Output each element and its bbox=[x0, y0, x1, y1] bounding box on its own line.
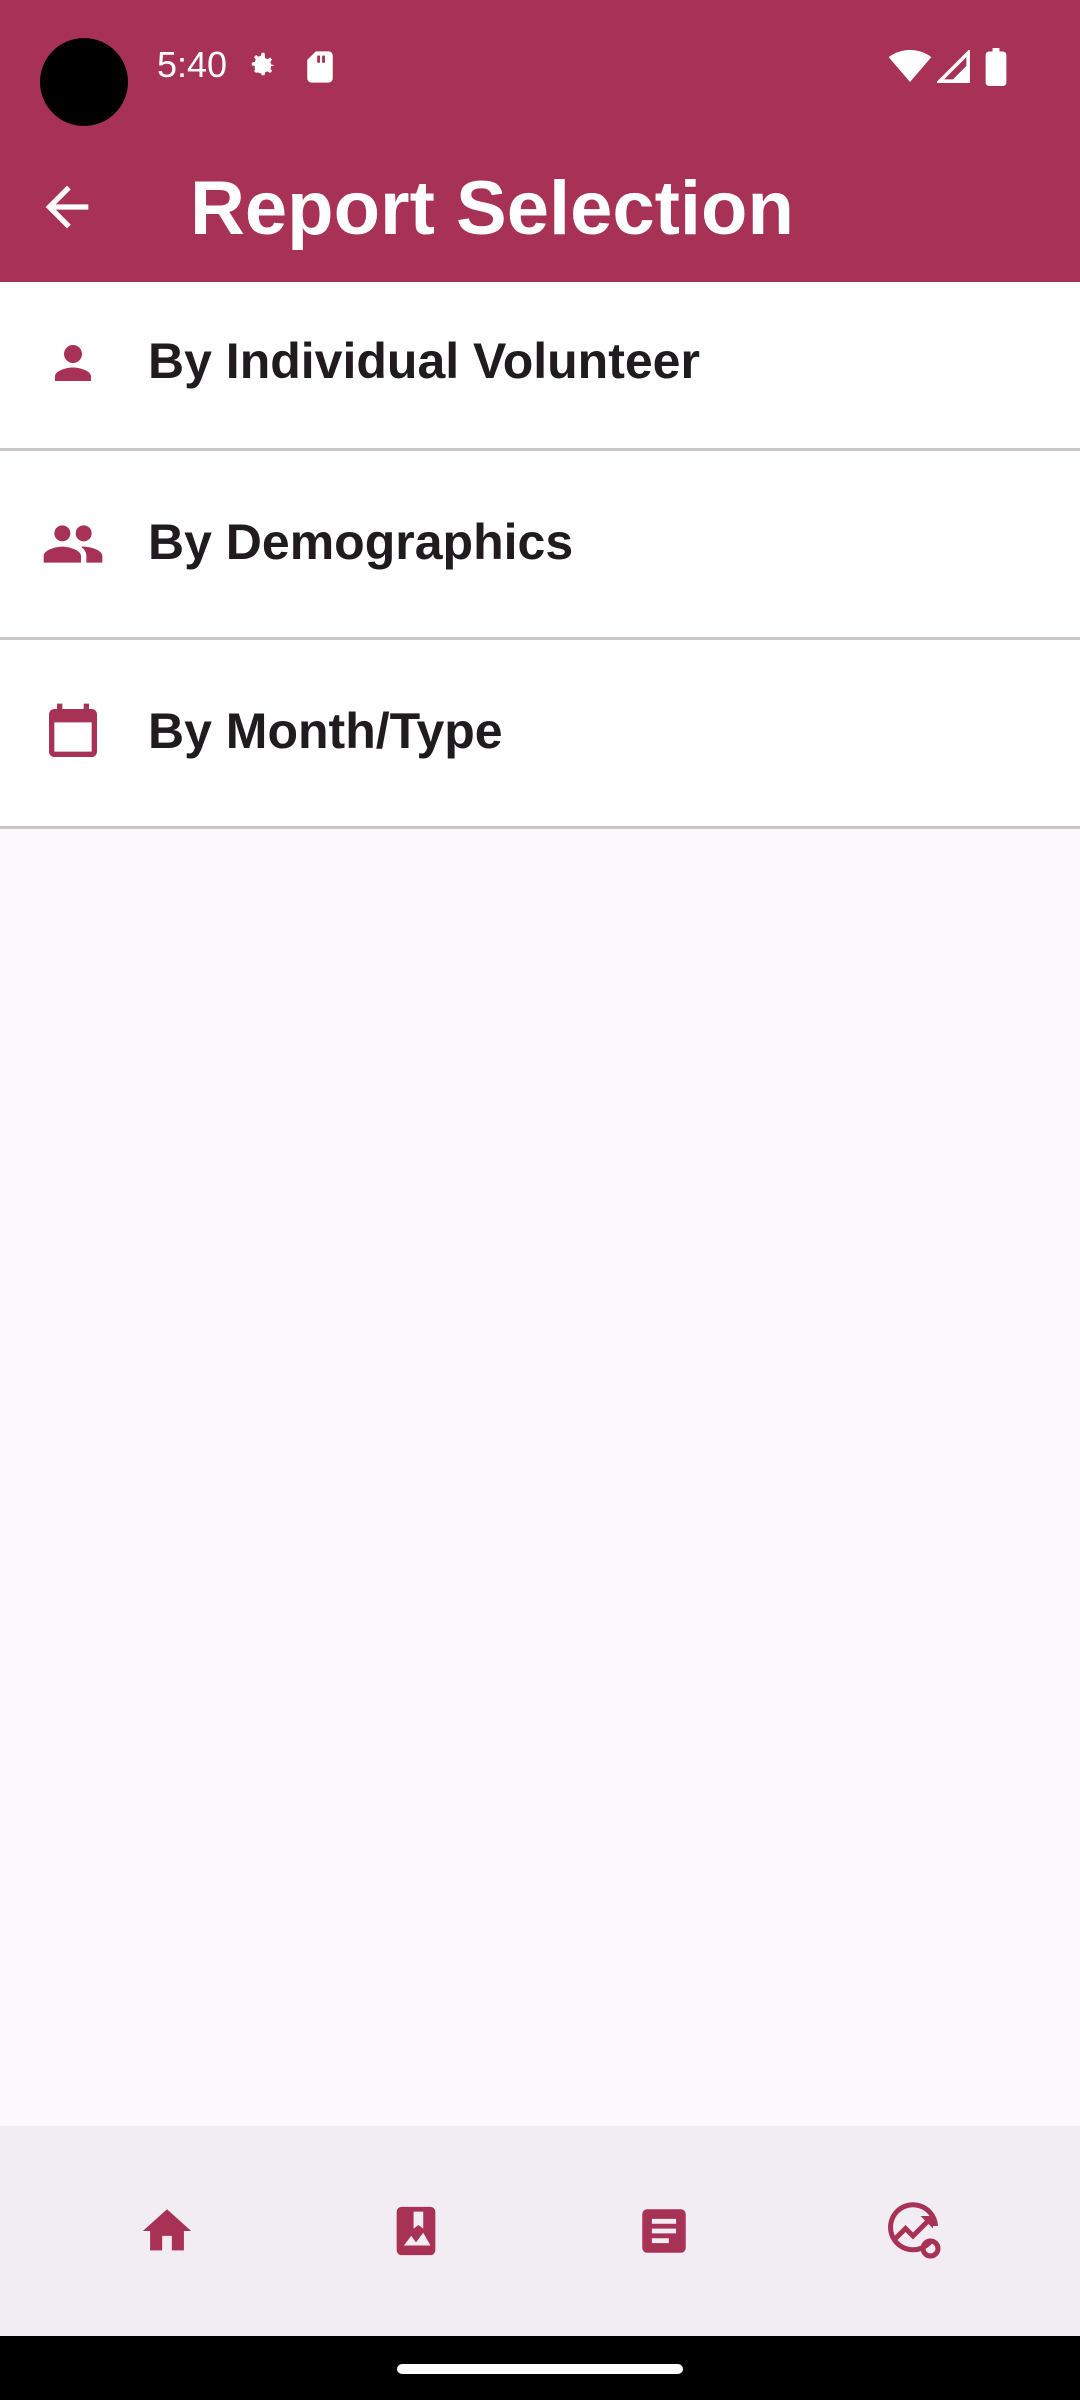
back-button[interactable] bbox=[22, 162, 112, 252]
status-time: 5:40 bbox=[157, 44, 228, 85]
camera-cutout bbox=[40, 38, 128, 126]
home-icon bbox=[142, 2209, 192, 2251]
calendar-icon bbox=[40, 700, 106, 766]
report-option-month-type[interactable]: By Month/Type bbox=[0, 640, 1080, 829]
arrow-back-icon bbox=[45, 185, 89, 229]
cell-signal-icon bbox=[935, 48, 971, 89]
report-option-label: By Demographics bbox=[148, 514, 574, 570]
settings-gear-icon bbox=[242, 48, 280, 91]
sd-card-icon bbox=[305, 50, 335, 89]
nav-analytics[interactable] bbox=[878, 2196, 948, 2266]
report-option-label: By Month/Type bbox=[148, 703, 503, 759]
page-title: Report Selection bbox=[190, 166, 794, 251]
gesture-navigation-bar bbox=[0, 2336, 1080, 2400]
group-icon bbox=[40, 511, 106, 577]
bottom-navigation bbox=[0, 2126, 1080, 2336]
battery-icon bbox=[985, 48, 1007, 91]
report-option-individual-volunteer[interactable]: By Individual Volunteer bbox=[0, 282, 1080, 451]
app-bar: Report Selection bbox=[0, 135, 1080, 282]
report-selection-screen: 5:40 Report Selection By Individual Volu… bbox=[0, 0, 1080, 2400]
article-icon bbox=[642, 2209, 686, 2253]
nav-article[interactable] bbox=[629, 2196, 699, 2266]
report-option-label: By Individual Volunteer bbox=[148, 333, 700, 389]
nav-home[interactable] bbox=[132, 2196, 202, 2266]
person-icon bbox=[40, 330, 106, 396]
nav-photo-bookmark[interactable] bbox=[381, 2196, 451, 2266]
analytics-icon bbox=[888, 2202, 941, 2259]
status-bar: 5:40 bbox=[0, 0, 1080, 135]
wifi-icon bbox=[888, 50, 932, 87]
photo-bookmark-icon bbox=[396, 2206, 436, 2256]
report-option-demographics[interactable]: By Demographics bbox=[0, 451, 1080, 640]
report-list: By Individual Volunteer By Demographics … bbox=[0, 282, 1080, 829]
home-gesture-handle[interactable] bbox=[397, 2364, 683, 2374]
